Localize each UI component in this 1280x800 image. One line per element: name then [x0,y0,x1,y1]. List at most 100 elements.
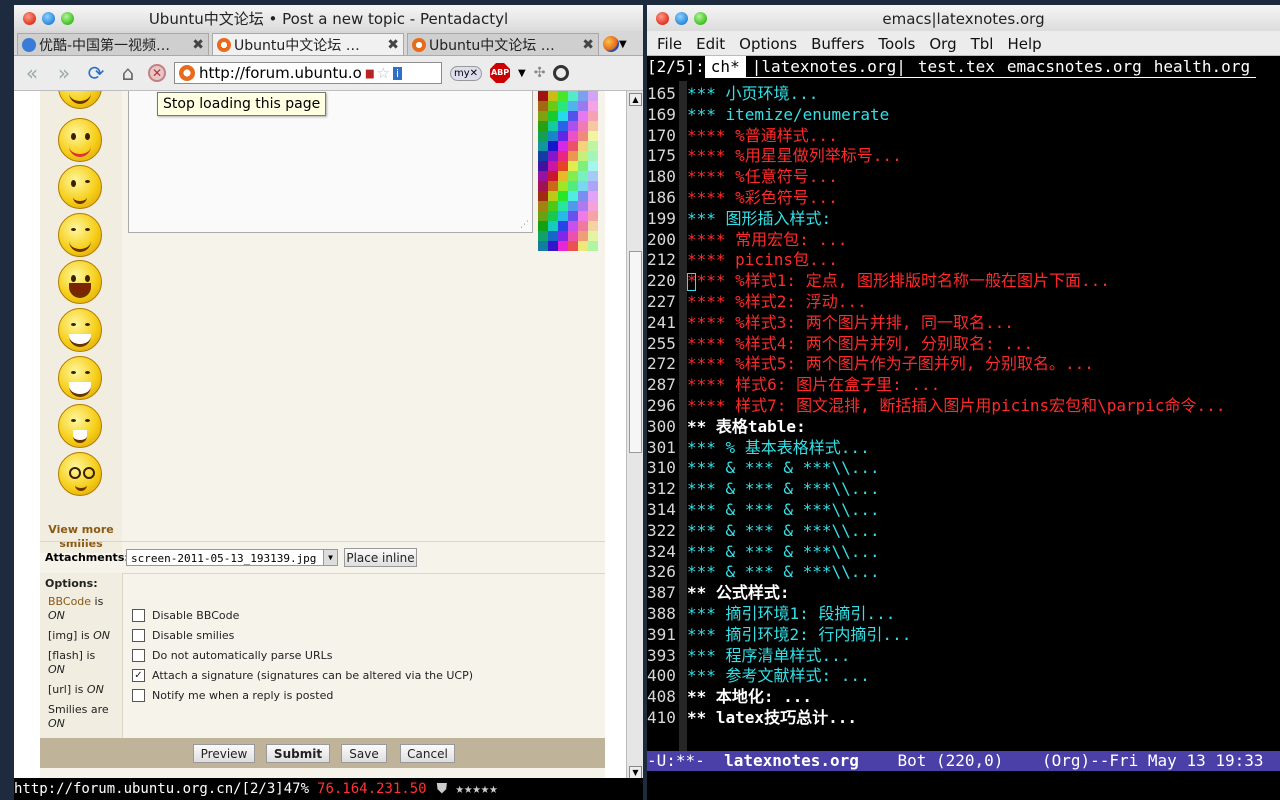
palette-swatch[interactable] [548,181,558,191]
palette-swatch[interactable] [538,121,548,131]
tab-test-tex[interactable]: test.tex [911,56,1001,78]
menu-tbl[interactable]: Tbl [971,31,994,55]
palette-swatch[interactable] [548,91,558,101]
minibuffer[interactable] [647,771,1280,800]
checkbox[interactable] [132,688,145,702]
minimize-window-button[interactable] [42,12,55,25]
cancel-button[interactable]: Cancel [400,744,455,763]
close-window-button[interactable] [656,12,669,25]
bbcode-link[interactable]: BBCode [48,595,91,608]
palette-swatch[interactable] [568,231,578,241]
palette-swatch[interactable] [588,101,598,111]
palette-swatch[interactable] [538,161,548,171]
palette-swatch[interactable] [578,161,588,171]
smiley-laugh-icon[interactable] [58,213,102,257]
stop-icon[interactable]: ✕ [148,64,166,82]
option-notify-reply[interactable]: Notify me when a reply is posted [132,687,333,703]
palette-swatch[interactable] [568,191,578,201]
attachment-select[interactable]: screen-2011-05-13_193139.jpg ▼ [126,549,338,566]
org-heading-line[interactable]: 241 **** %样式3: 两个图片并排, 同一取名... [647,312,1014,333]
palette-swatch[interactable] [538,191,548,201]
palette-swatch[interactable] [568,111,578,121]
palette-swatch[interactable] [558,131,568,141]
palette-swatch[interactable] [538,211,548,221]
org-heading-line[interactable]: 322 *** & *** & ***\\... [647,520,880,541]
palette-swatch[interactable] [578,181,588,191]
checkbox[interactable] [132,648,145,662]
palette-swatch[interactable] [588,191,598,201]
option-attach-signature[interactable]: ✓ Attach a signature (signatures can be a… [132,667,473,683]
palette-swatch[interactable] [538,91,548,101]
submit-button[interactable]: Submit [266,744,330,763]
palette-swatch[interactable] [548,141,558,151]
org-heading-line[interactable]: 310 *** & *** & ***\\... [647,457,880,478]
palette-swatch[interactable] [578,211,588,221]
palette-swatch[interactable] [568,221,578,231]
menu-help[interactable]: Help [1007,31,1041,55]
palette-swatch[interactable] [568,151,578,161]
option-disable-bbcode[interactable]: Disable BBCode [132,607,239,623]
palette-swatch[interactable] [588,111,598,121]
org-heading-line[interactable]: 212 **** picins包... [647,249,838,270]
org-heading-line[interactable]: 301 *** % 基本表格样式... [647,437,870,458]
tab-youku[interactable]: 优酷-中国第一视频… ✖ [17,33,209,55]
smiley-shout-icon[interactable] [58,260,102,304]
palette-swatch[interactable] [588,231,598,241]
org-heading-line[interactable]: 388 *** 摘引环境1: 段摘引... [647,603,895,624]
close-tab-icon[interactable]: ✖ [582,37,594,53]
palette-swatch[interactable] [548,101,558,111]
palette-swatch[interactable] [558,141,568,151]
palette-swatch[interactable] [578,91,588,101]
org-heading-line[interactable]: 391 *** 摘引环境2: 行内摘引... [647,624,911,645]
bookmark-star-icon[interactable]: ☆ [377,64,390,82]
org-heading-line[interactable]: 227 **** %样式2: 浮动... [647,291,867,312]
color-palette[interactable] [538,91,598,251]
palette-swatch[interactable] [548,191,558,201]
palette-swatch[interactable] [588,201,598,211]
palette-swatch[interactable] [568,211,578,221]
palette-swatch[interactable] [548,161,558,171]
page-scrollbar[interactable]: ▲ ▼ [626,91,643,781]
maximize-window-button[interactable] [694,12,707,25]
org-heading-line[interactable]: 199 *** 图形插入样式: [647,208,831,229]
palette-swatch[interactable] [568,141,578,151]
palette-swatch[interactable] [548,131,558,141]
palette-swatch[interactable] [578,231,588,241]
option-disable-smilies[interactable]: Disable smilies [132,627,234,643]
minimize-window-button[interactable] [675,12,688,25]
tab-ch[interactable]: ch* [704,56,746,78]
palette-swatch[interactable] [548,211,558,221]
palette-swatch[interactable] [538,111,548,121]
palette-swatch[interactable] [558,111,568,121]
palette-swatch[interactable] [578,201,588,211]
menu-options[interactable]: Options [739,31,797,55]
palette-swatch[interactable] [538,201,548,211]
smiley-icon[interactable] [58,91,102,109]
palette-swatch[interactable] [548,111,558,121]
palette-swatch[interactable] [538,221,548,231]
palette-swatch[interactable] [568,171,578,181]
extension-icon[interactable]: ✣ [534,65,546,81]
palette-swatch[interactable] [578,171,588,181]
org-heading-line[interactable]: 272 **** %样式5: 两个图片作为子图并列, 分别取名。... [647,353,1094,374]
palette-swatch[interactable] [548,231,558,241]
org-heading-line[interactable]: 314 *** & *** & ***\\... [647,499,880,520]
maximize-window-button[interactable] [61,12,74,25]
close-tab-icon[interactable]: ✖ [192,37,204,53]
checkbox-checked[interactable]: ✓ [132,668,145,682]
palette-swatch[interactable] [548,151,558,161]
firefox-menu-button[interactable]: ▼ [603,33,631,55]
org-heading-line[interactable]: 400 *** 参考文献样式: ... [647,665,870,686]
palette-swatch[interactable] [578,241,588,251]
palette-swatch[interactable] [578,221,588,231]
org-heading-line[interactable]: 180 **** %任意符号... [647,166,838,187]
palette-swatch[interactable] [538,241,548,251]
palette-swatch[interactable] [578,131,588,141]
checkbox[interactable] [132,608,145,622]
palette-swatch[interactable] [558,151,568,161]
info-icon[interactable]: i [393,66,403,80]
smiley-sweat-icon[interactable] [58,308,102,352]
palette-swatch[interactable] [588,241,598,251]
checkbox[interactable] [132,628,145,642]
tab-emacsnotes[interactable]: emacsnotes.org [1000,56,1148,78]
